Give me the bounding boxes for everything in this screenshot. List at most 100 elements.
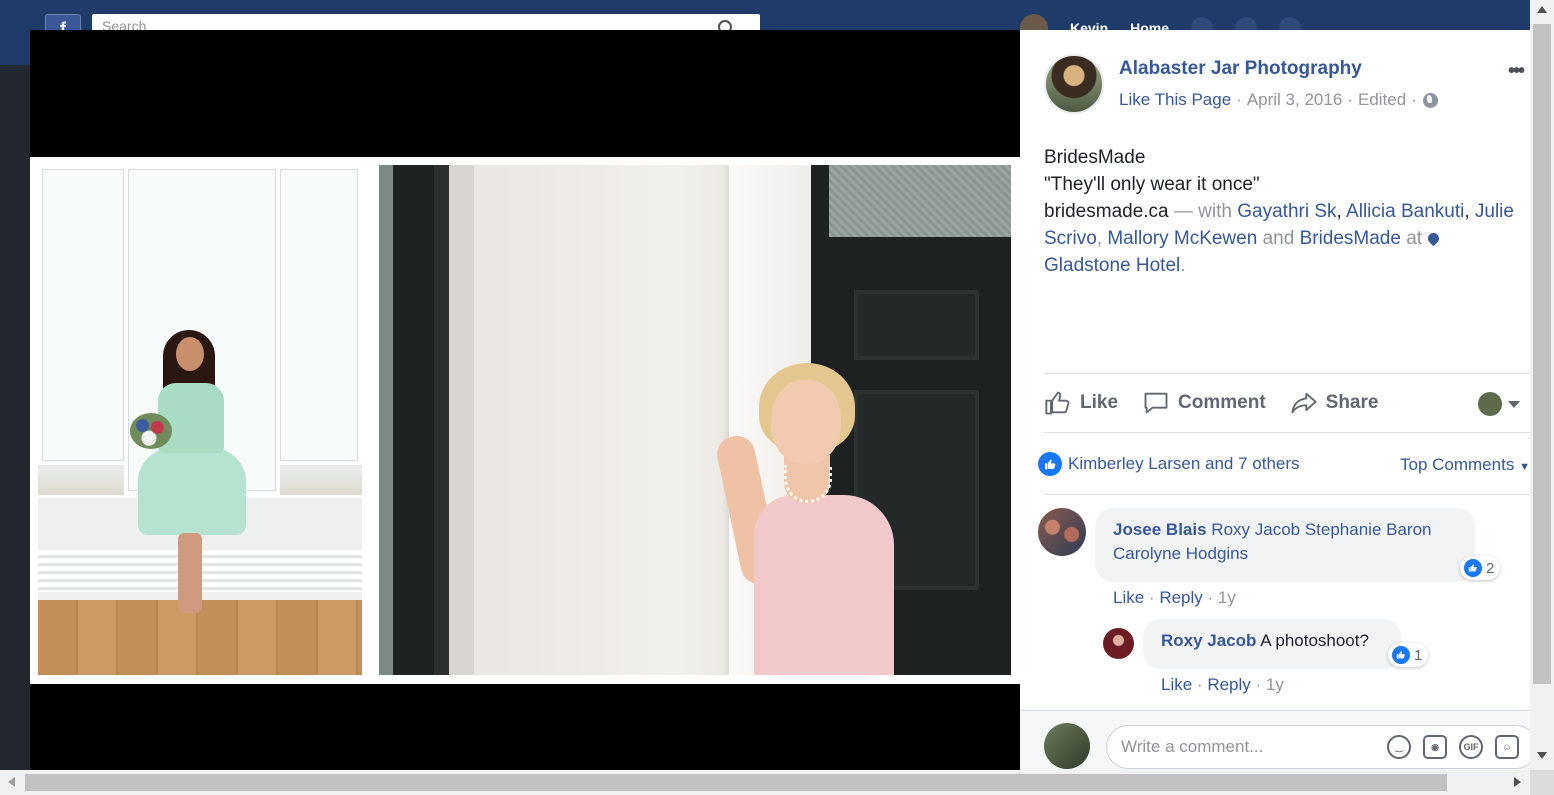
comment-like-link[interactable]: Like [1161, 675, 1192, 694]
comment-like-link[interactable]: Like [1113, 588, 1144, 607]
comment-sort-dropdown[interactable]: Top Comments ▼ [1400, 455, 1530, 475]
edited-label[interactable]: Edited [1358, 90, 1406, 110]
comment-input-placeholder: Write a comment... [1121, 737, 1264, 756]
figure-legs [178, 533, 202, 613]
comment-sort-label: Top Comments [1400, 455, 1515, 474]
post-as-selector[interactable] [1478, 392, 1520, 416]
figure-dress [754, 495, 894, 675]
share-icon [1291, 392, 1317, 414]
comment-button[interactable]: Comment [1142, 389, 1266, 417]
meta-separator: · [1411, 90, 1417, 109]
comment-reaction-count[interactable]: 2 [1460, 556, 1501, 580]
and-label: and [1262, 228, 1295, 249]
tagged-person[interactable]: Mallory McKewen [1107, 228, 1257, 249]
comment-text: A photoshoot? [1260, 631, 1369, 650]
tagged-person[interactable]: Gayathri Sk [1237, 201, 1336, 222]
sticker-icon[interactable]: ☺ [1495, 735, 1519, 759]
post-text: BridesMade "They'll only wear it once" b… [1044, 144, 1530, 279]
globe-icon[interactable] [1422, 92, 1438, 108]
door-frame-left [379, 165, 474, 675]
reactions-text: Kimberley Larsen and 7 others [1068, 454, 1300, 473]
door-glass [829, 165, 1011, 237]
scroll-right-arrow-icon[interactable] [1514, 777, 1521, 787]
viewer-avatar [1044, 723, 1090, 769]
reactions-summary[interactable]: Kimberley Larsen and 7 others [1038, 452, 1300, 476]
comment-actions: Like · Reply · 1y [1161, 675, 1284, 695]
scroll-left-arrow-icon[interactable] [8, 777, 15, 787]
page-avatar[interactable] [1044, 54, 1104, 114]
horizontal-scroll-thumb[interactable] [25, 774, 1447, 791]
separator: · [1148, 588, 1160, 607]
comment-bubble: Roxy Jacob A photoshoot? [1143, 619, 1401, 669]
location-link[interactable]: Gladstone Hotel [1044, 255, 1180, 276]
share-button[interactable]: Share [1290, 389, 1379, 417]
vertical-scroll-thumb[interactable] [1533, 24, 1551, 684]
post-meta: Like This Page · April 3, 2016 · Edited … [1119, 90, 1438, 110]
camera-icon[interactable]: ◉ [1423, 735, 1447, 759]
divider [1044, 432, 1530, 433]
comma: , [1096, 228, 1108, 249]
share-button-label: Share [1325, 392, 1379, 413]
photo-theater[interactable] [30, 30, 1020, 770]
like-page-link[interactable]: Like This Page [1119, 90, 1231, 110]
post-text-line: BridesMade [1044, 147, 1146, 168]
comment-reply-link[interactable]: Reply [1207, 675, 1250, 694]
meta-separator: · [1236, 90, 1242, 109]
composer-icons: ‿ ◉ GIF ☺ [1387, 735, 1519, 759]
figure-dress-top [158, 383, 224, 453]
separator: · [1196, 675, 1208, 694]
door-panel [854, 290, 979, 360]
post-actions: Like Comment Share [1044, 388, 1402, 418]
like-button[interactable]: Like [1044, 389, 1118, 417]
comma: , [1336, 201, 1347, 222]
photo-bridesmaid-mint-dress[interactable] [38, 165, 362, 675]
gif-icon[interactable]: GIF [1459, 735, 1483, 759]
comment-time[interactable]: 1y [1218, 588, 1236, 607]
like-reaction-icon [1392, 646, 1410, 664]
window-pane [38, 165, 128, 465]
reaction-count: 2 [1486, 559, 1495, 577]
scroll-down-arrow-icon[interactable] [1537, 752, 1547, 759]
comment-reply-link[interactable]: Reply [1159, 588, 1202, 607]
scrollbar-corner [1530, 770, 1554, 795]
comment-author[interactable]: Josee Blais [1113, 520, 1207, 539]
comment-time[interactable]: 1y [1266, 675, 1284, 694]
separator: · [1207, 588, 1218, 607]
scroll-up-arrow-icon[interactable] [1537, 6, 1547, 13]
comment-author[interactable]: Roxy Jacob [1161, 631, 1256, 650]
comment-button-label: Comment [1178, 392, 1266, 413]
figure-face [771, 380, 841, 464]
comment-composer: Write a comment... ‿ ◉ GIF ☺ [1020, 710, 1538, 770]
chevron-down-icon: ▼ [1519, 461, 1530, 473]
photo-bridesmaid-pink-dress[interactable] [379, 165, 1011, 675]
external-link[interactable]: bridesmade.ca [1044, 201, 1169, 222]
vertical-scrollbar[interactable] [1530, 0, 1554, 770]
viewer-avatar [1478, 392, 1502, 416]
photo-collage[interactable] [30, 157, 1020, 684]
post-side-panel: Alabaster Jar Photography Like This Page… [1020, 30, 1538, 770]
commenter-avatar[interactable] [1038, 508, 1086, 556]
page-name-link[interactable]: Alabaster Jar Photography [1119, 58, 1362, 80]
comment-reaction-count[interactable]: 1 [1388, 643, 1429, 667]
post-date[interactable]: April 3, 2016 [1247, 90, 1342, 110]
separator: · [1255, 675, 1266, 694]
like-button-label: Like [1080, 392, 1119, 413]
period: . [1180, 255, 1186, 276]
like-reaction-icon [1464, 559, 1482, 577]
chevron-down-icon [1508, 400, 1520, 408]
emoji-icon[interactable]: ‿ [1387, 735, 1411, 759]
location-pin-icon [1425, 230, 1442, 247]
tagged-person[interactable]: Allicia Bankuti [1346, 201, 1464, 222]
divider [1044, 373, 1530, 374]
horizontal-scrollbar[interactable] [0, 770, 1554, 795]
with-label: — with [1173, 201, 1232, 222]
at-label: at [1406, 228, 1423, 249]
more-options-icon[interactable]: ••• [1508, 60, 1525, 83]
tagged-page[interactable]: BridesMade [1300, 228, 1401, 249]
figure-face [176, 337, 204, 371]
divider [1044, 494, 1530, 495]
commenter-avatar[interactable] [1103, 628, 1134, 659]
comma: , [1464, 201, 1470, 222]
comment-bubble: Josee Blais Roxy Jacob Stephanie Baron C… [1095, 508, 1475, 582]
reaction-count: 1 [1414, 646, 1423, 664]
